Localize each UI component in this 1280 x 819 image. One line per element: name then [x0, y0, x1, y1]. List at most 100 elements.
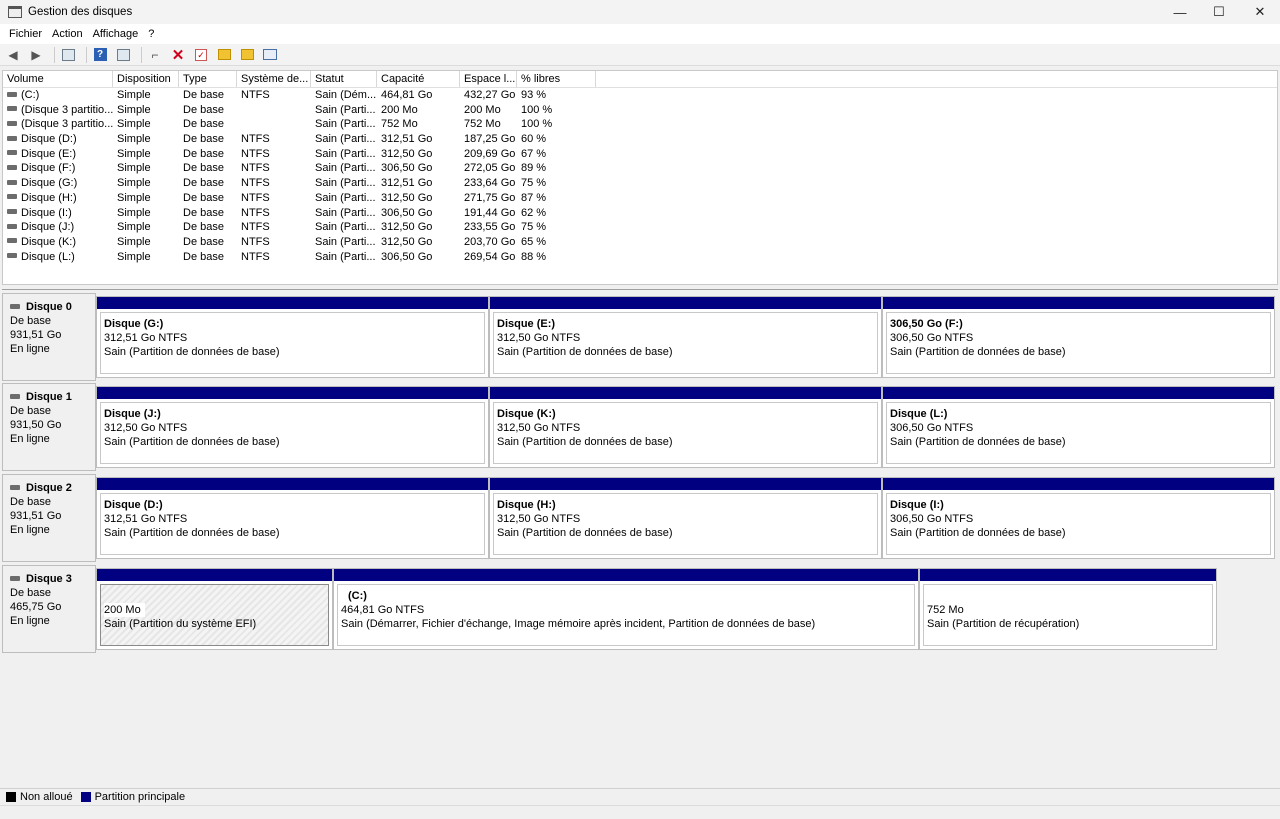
disk-type: De base — [10, 587, 51, 599]
cell-volume: Disque (K:) — [3, 235, 113, 250]
cell-free-space: 233,55 Go — [464, 221, 516, 234]
table-row[interactable]: (Disque 3 partitio... Simple De base Sain (… — [3, 103, 1277, 118]
disk-state: En ligne — [10, 343, 50, 355]
help-icon[interactable]: ? — [91, 46, 109, 64]
cell-free-space: 209,69 Go — [464, 147, 516, 160]
partition-size: 312,50 Go NTFS — [497, 332, 581, 344]
menu-action[interactable]: Action — [47, 28, 88, 40]
table-row[interactable]: Disque (G:) Simple De base NTFS Sain (Parti.… — [3, 176, 1277, 191]
column-header-status[interactable]: Statut — [311, 71, 377, 87]
connect-disk-icon[interactable]: ⌐ — [146, 46, 164, 64]
volume-icon — [7, 194, 17, 200]
maximize-button[interactable]: ☐ — [1199, 0, 1239, 24]
check-icon[interactable]: ✓ — [192, 46, 210, 64]
partition-status: Sain (Partition de données de base) — [104, 346, 280, 358]
table-row[interactable]: (Disque 3 partitio... Simple De base Sain (… — [3, 117, 1277, 132]
partition-size: 200 Mo — [104, 603, 328, 617]
table-row[interactable]: Disque (H:) Simple De base NTFS Sain (Parti.… — [3, 191, 1277, 206]
partition-efi[interactable]: 200 Mo Sain (Partition du système EFI) — [96, 568, 333, 650]
delete-icon[interactable]: ✕ — [169, 46, 187, 64]
partition-size: 464,81 Go NTFS — [341, 604, 425, 616]
cell-capacity: 312,50 Go — [381, 221, 433, 234]
disk-label[interactable]: Disque 3 De base 465,75 Go En ligne — [2, 565, 96, 653]
cell-free-space: 200 Mo — [464, 103, 501, 116]
volume-icon — [7, 120, 17, 126]
table-row[interactable]: Disque (L:) Simple De base NTFS Sain (Parti.… — [3, 250, 1277, 265]
volume-icon — [7, 91, 17, 97]
partition-j[interactable]: Disque (J:) 312,50 Go NTFS Sain (Partiti… — [96, 386, 489, 468]
volume-list-body: (C:) Simple De base NTFS Sain (Dém... 464,81 … — [3, 88, 1277, 264]
column-header-free-space[interactable]: Espace l... — [460, 71, 517, 87]
table-row[interactable]: Disque (J:) Simple De base NTFS Sain (Parti.… — [3, 220, 1277, 235]
column-header-volume[interactable]: Volume — [3, 71, 113, 87]
cell-status: Sain (Dém... — [315, 89, 377, 101]
volume-name: (Disque 3 partitio... — [21, 118, 113, 131]
cell-disposition: Simple — [117, 147, 151, 160]
folder-up-icon[interactable] — [215, 46, 233, 64]
column-header-percent-free[interactable]: % libres — [517, 71, 596, 87]
volume-list[interactable]: Volume Disposition Type Système de... St… — [2, 70, 1278, 285]
folder-search-icon[interactable] — [238, 46, 256, 64]
disk-label[interactable]: Disque 0 De base 931,51 Go En ligne — [2, 293, 96, 381]
forward-icon[interactable]: ▶ — [27, 46, 45, 64]
minimize-button[interactable]: — — [1160, 0, 1200, 24]
partition-f[interactable]: 306,50 Go (F:) 306,50 Go NTFS Sain (Part… — [882, 296, 1275, 378]
menu-help[interactable]: ? — [143, 28, 159, 40]
table-row[interactable]: Disque (F:) Simple De base NTFS Sain (Parti.… — [3, 161, 1277, 176]
table-row[interactable]: Disque (E:) Simple De base NTFS Sain (Parti.… — [3, 147, 1277, 162]
cell-type: De base — [183, 133, 224, 146]
partition-e[interactable]: Disque (E:) 312,50 Go NTFS Sain (Partiti… — [489, 296, 882, 378]
partition-name: Disque (I:) — [890, 499, 944, 511]
partition-h[interactable]: Disque (H:) 312,50 Go NTFS Sain (Partiti… — [489, 477, 882, 559]
partition-c[interactable]: (C:) 464,81 Go NTFS Sain (Démarrer, Fich… — [333, 568, 919, 650]
column-header-type[interactable]: Type — [179, 71, 237, 87]
disk-label[interactable]: Disque 2 De base 931,51 Go En ligne — [2, 474, 96, 562]
cell-type: De base — [183, 177, 224, 190]
table-row[interactable]: (C:) Simple De base NTFS Sain (Dém... 464,81 … — [3, 88, 1277, 103]
table-row[interactable]: Disque (I:) Simple De base NTFS Sain (Parti.… — [3, 206, 1277, 221]
column-header-capacity[interactable]: Capacité — [377, 71, 460, 87]
partition-bar — [490, 297, 881, 309]
partition-recovery[interactable]: 752 Mo Sain (Partition de récupération) — [919, 568, 1217, 650]
menu-affichage[interactable]: Affichage — [88, 28, 144, 40]
cell-status: Sain (Parti... — [315, 162, 376, 175]
partition-name: 306,50 Go (F:) — [890, 318, 963, 330]
cell-percent-free: 100 % — [521, 118, 553, 131]
table-row[interactable]: Disque (K:) Simple De base NTFS Sain (Parti.… — [3, 235, 1277, 250]
volume-list-header: Volume Disposition Type Système de... St… — [3, 71, 1277, 88]
disk-size: 931,50 Go — [10, 419, 62, 431]
cell-type: De base — [183, 147, 224, 160]
partition-d[interactable]: Disque (D:) 312,51 Go NTFS Sain (Partiti… — [96, 477, 489, 559]
partition-bar — [920, 569, 1216, 581]
legend-swatch-primary — [80, 792, 91, 802]
disk-row: Disque 2 De base 931,51 Go En ligne Disq… — [2, 474, 1278, 562]
cell-percent-free: 75 % — [521, 177, 547, 190]
console-tree-icon[interactable] — [59, 46, 77, 64]
volume-name: Disque (J:) — [21, 221, 75, 234]
close-button[interactable]: ✕ — [1240, 0, 1280, 24]
partition-bar — [490, 387, 881, 399]
column-header-filesystem[interactable]: Système de... — [237, 71, 311, 87]
partition-k[interactable]: Disque (K:) 312,50 Go NTFS Sain (Partiti… — [489, 386, 882, 468]
cell-filesystem: NTFS — [241, 133, 270, 146]
disk-label[interactable]: Disque 1 De base 931,50 Go En ligne — [2, 383, 96, 471]
cell-percent-free: 100 % — [521, 103, 553, 116]
disk-icon — [10, 393, 20, 399]
cell-filesystem: NTFS — [241, 162, 270, 175]
partition-status: Sain (Partition de données de base) — [104, 527, 280, 539]
partition-i[interactable]: Disque (I:) 306,50 Go NTFS Sain (Partiti… — [882, 477, 1275, 559]
cell-percent-free: 65 % — [521, 235, 547, 248]
partition-g[interactable]: Disque (G:) 312,51 Go NTFS Sain (Partiti… — [96, 296, 489, 378]
menu-fichier[interactable]: Fichier — [4, 28, 47, 40]
back-icon[interactable]: ◀ — [4, 46, 22, 64]
column-header-disposition[interactable]: Disposition — [113, 71, 179, 87]
cell-type: De base — [183, 191, 224, 204]
cell-volume: Disque (H:) — [3, 191, 113, 206]
properties-icon[interactable] — [114, 46, 132, 64]
volume-name: (Disque 3 partitio... — [21, 103, 113, 116]
table-row[interactable]: Disque (D:) Simple De base NTFS Sain (Parti.… — [3, 132, 1277, 147]
toolbar: ◀ ▶ ? ⌐ ✕ ✓ — [0, 44, 1280, 66]
disk-row: Disque 0 De base 931,51 Go En ligne Disq… — [2, 293, 1278, 381]
card-view-icon[interactable] — [261, 46, 279, 64]
partition-l[interactable]: Disque (L:) 306,50 Go NTFS Sain (Partiti… — [882, 386, 1275, 468]
